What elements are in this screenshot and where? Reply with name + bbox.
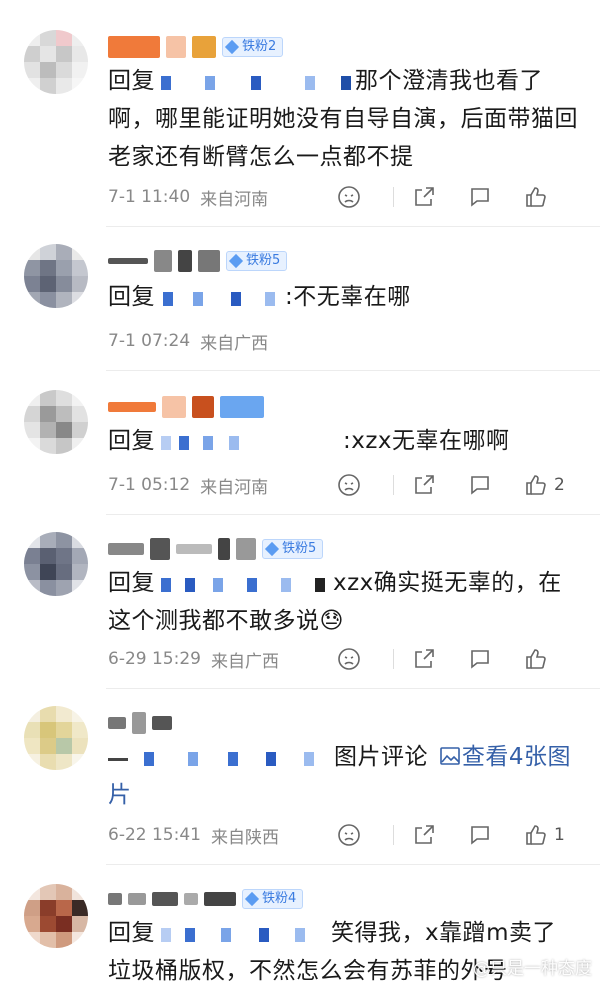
username-row[interactable]: 铁粉5 (108, 248, 288, 274)
comment-icon (471, 650, 489, 669)
like-count: 1 (554, 825, 565, 845)
like-icon (526, 649, 546, 669)
timestamp: 7-1 05:12 (108, 475, 191, 495)
dislike-icon (338, 648, 360, 670)
comment-meta: 6-22 15:41 来自陕西 1 (108, 820, 580, 850)
dislike-button[interactable] (337, 823, 393, 847)
dislike-button[interactable] (337, 185, 393, 209)
username-row[interactable] (108, 394, 264, 420)
diamond-icon (264, 541, 280, 557)
comment-meta: 6-29 15:29 来自广西 (108, 644, 580, 674)
dislike-icon (338, 824, 360, 846)
location: 来自广西 (210, 651, 279, 672)
comment-meta: 7-1 07:24 来自广西 (108, 326, 580, 356)
dislike-icon (338, 474, 360, 496)
timestamp: 7-1 11:40 (108, 187, 191, 207)
comment-button[interactable] (468, 823, 524, 847)
location: 来自陕西 (210, 827, 279, 848)
like-button[interactable] (524, 185, 580, 209)
avatar[interactable] (24, 390, 88, 454)
comment-button[interactable] (468, 647, 524, 671)
avatar[interactable] (24, 884, 88, 948)
timestamp: 7-1 07:24 (108, 331, 191, 351)
fan-badge: 铁粉5 (262, 539, 324, 559)
like-icon (526, 187, 546, 207)
username-row[interactable] (108, 710, 172, 736)
share-button[interactable] (412, 823, 468, 847)
timestamp: 6-22 15:41 (108, 825, 201, 845)
like-button[interactable]: 2 (524, 473, 580, 497)
comment-meta: 7-1 11:40 来自河南 (108, 182, 580, 212)
avatar[interactable] (24, 532, 88, 596)
like-button[interactable] (524, 647, 580, 671)
comment-button[interactable] (468, 473, 524, 497)
diamond-icon (224, 39, 240, 55)
location: 来自广西 (200, 333, 269, 354)
fan-badge: 铁粉5 (226, 251, 288, 271)
share-icon (415, 825, 434, 844)
like-icon (526, 825, 546, 845)
diamond-icon (228, 253, 244, 269)
comment-button[interactable] (468, 185, 524, 209)
timestamp: 6-29 15:29 (108, 649, 201, 669)
share-button[interactable] (412, 185, 468, 209)
watermark: @只是一种态度 (473, 959, 592, 979)
comment-text: 图片评论 查看4张图片 (108, 744, 571, 808)
share-button[interactable] (412, 647, 468, 671)
share-icon (415, 475, 434, 494)
dislike-button[interactable] (337, 647, 393, 671)
comment-text: 回复:xzx无辜在哪啊 (108, 428, 510, 454)
like-icon (526, 475, 546, 495)
fan-badge: 铁粉2 (222, 37, 284, 57)
location: 来自河南 (200, 477, 269, 498)
avatar[interactable] (24, 706, 88, 770)
comment-text: 回复 xzx确实挺无辜的，在这个测我都不敢多说😓 (108, 570, 562, 634)
avatar[interactable] (24, 30, 88, 94)
avatar[interactable] (24, 244, 88, 308)
like-button[interactable]: 1 (524, 823, 580, 847)
dislike-icon (338, 186, 360, 208)
comment-icon (471, 188, 489, 207)
comment-icon (471, 476, 489, 495)
username-row[interactable]: 铁粉5 (108, 536, 324, 562)
share-button[interactable] (412, 473, 468, 497)
comment-text: 回复 那个澄清我也看了啊，哪里能证明她没有自导自演，后面带猫回老家还有断臂怎么一点… (108, 68, 578, 170)
diamond-icon (244, 891, 260, 907)
fan-badge: 铁粉4 (242, 889, 304, 909)
like-count: 2 (554, 475, 565, 495)
share-icon (415, 187, 434, 206)
comment-text: 回复:不无辜在哪 (108, 284, 411, 310)
dislike-button[interactable] (337, 473, 393, 497)
image-icon (440, 747, 460, 765)
location: 来自河南 (200, 189, 269, 210)
share-icon (415, 649, 434, 668)
username-row[interactable]: 铁粉2 (108, 34, 284, 60)
username-row[interactable]: 铁粉4 (108, 886, 304, 912)
comment-icon (471, 826, 489, 845)
comment-meta: 7-1 05:12 来自河南 2 (108, 470, 580, 500)
